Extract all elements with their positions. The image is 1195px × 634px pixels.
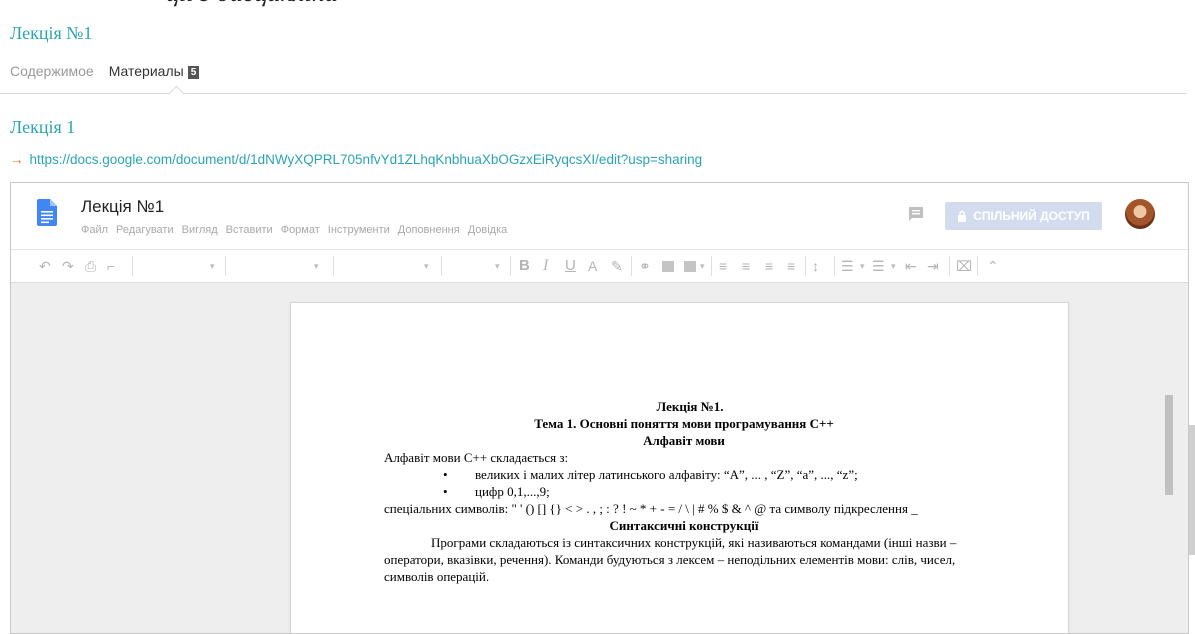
decrease-indent-icon[interactable]: ⇤ [905, 258, 917, 274]
menu-addons[interactable]: Доповнення [398, 224, 460, 236]
course-title: Лекція №1 [10, 23, 93, 43]
toolbar-separator [977, 256, 978, 276]
menu-tools[interactable]: Інструменти [328, 224, 390, 236]
font-dropdown-caret-icon[interactable]: ▾ [424, 261, 429, 272]
share-button-label: СПІЛЬНИЙ ДОСТУП [973, 209, 1090, 223]
doc-list-item: • великих і малих літер латинського алфав… [443, 467, 858, 482]
numbered-list-caret-icon[interactable]: ▾ [860, 261, 865, 272]
clear-formatting-icon[interactable]: ⌧ [956, 258, 972, 274]
doc-scrollbar[interactable] [1165, 395, 1173, 495]
doc-heading-alphabet: Алфавіт мови [643, 433, 725, 448]
share-button[interactable]: СПІЛЬНИЙ ДОСТУП [945, 202, 1102, 230]
page-scrollbar[interactable] [1189, 425, 1195, 555]
align-right-icon[interactable]: ≡ [765, 258, 773, 274]
line-spacing-icon[interactable]: ↕ [812, 258, 819, 274]
menu-file[interactable]: Файл [81, 224, 108, 236]
toolbar-separator [949, 256, 950, 276]
material-title: Лекція 1 [10, 117, 76, 137]
menu-insert[interactable]: Вставити [226, 224, 273, 236]
tab-materials[interactable]: Материалы 5 [109, 63, 200, 79]
align-justify-icon[interactable]: ≡ [787, 258, 795, 274]
text-color-icon[interactable]: A [588, 258, 597, 274]
doc-paragraph: Алфавіт мови С++ складається з: [384, 450, 569, 465]
highlight-color-icon[interactable]: ✎ [611, 258, 623, 274]
image-dropdown-caret-icon[interactable]: ▾ [700, 261, 705, 272]
comment-icon[interactable] [907, 205, 925, 223]
zoom-dropdown-caret-icon[interactable]: ▾ [210, 261, 215, 272]
toolbar-separator [711, 256, 712, 276]
bullet-icon: • [443, 467, 448, 482]
doc-page: Лекція №1. Тема 1. Основні поняття мови … [291, 303, 1068, 633]
menu-format[interactable]: Формат [281, 224, 320, 236]
italic-icon[interactable]: I [543, 258, 548, 274]
doc-heading-lecture: Лекція №1. [656, 399, 724, 414]
font-size-dropdown-caret-icon[interactable]: ▾ [495, 261, 500, 272]
doc-toolbar: ↶ ↷ ⎙ ⌐ ▾ ▾ ▾ ▾ B I U A ✎ ⚭ ▾ ≡ ≡ ≡ ≡ ↕ … [11, 249, 1188, 283]
toolbar-separator [441, 256, 442, 276]
google-docs-logo-icon [37, 199, 57, 226]
menu-help[interactable]: Довідка [468, 224, 508, 236]
increase-indent-icon[interactable]: ⇥ [927, 258, 939, 274]
doc-list-item: • цифр 0,1,...,9; [443, 484, 550, 499]
clipped-top-text: ції з дисципліни [0, 0, 1195, 8]
insert-image-icon[interactable] [684, 258, 696, 274]
doc-paragraph: Програми складаються із синтаксичних кон… [384, 535, 957, 584]
user-avatar[interactable] [1125, 199, 1155, 229]
active-tab-indicator [168, 85, 185, 102]
materials-count-badge: 5 [187, 66, 200, 79]
doc-heading-topic: Тема 1. Основні поняття мови програмуван… [534, 416, 834, 431]
bullet-icon: • [443, 484, 448, 499]
toolbar-separator [333, 256, 334, 276]
underline-icon[interactable]: U [565, 258, 576, 274]
bold-icon[interactable]: B [519, 258, 530, 274]
bulleted-list-caret-icon[interactable]: ▾ [891, 261, 896, 272]
link-icon[interactable]: ⚭ [639, 258, 651, 274]
print-icon[interactable]: ⎙ [85, 258, 96, 274]
doc-heading-syntax: Синтаксичні конструкції [609, 518, 759, 533]
toolbar-separator [631, 256, 632, 276]
paint-format-icon[interactable]: ⌐ [107, 258, 115, 274]
tab-materials-label: Материалы [108, 63, 184, 79]
tabs: Содержимое Материалы 5 [10, 63, 200, 79]
doc-canvas: Лекція №1. Тема 1. Основні поняття мови … [11, 283, 1188, 633]
menu-edit[interactable]: Редагувати [116, 224, 174, 236]
toolbar-separator [834, 256, 835, 276]
doc-header: Лекція №1 Файл Редагувати Вигляд Вставит… [11, 183, 1188, 249]
doc-menu-bar: Файл Редагувати Вигляд Вставити Формат І… [81, 224, 507, 236]
align-left-icon[interactable]: ≡ [719, 258, 727, 274]
material-link-row: → https://docs.google.com/document/d/1dNW… [10, 152, 702, 167]
numbered-list-icon[interactable]: ☰ [841, 258, 854, 274]
google-doc-embed: Лекція №1 Файл Редагувати Вигляд Вставит… [10, 182, 1189, 634]
doc-content: Лекція №1. Тема 1. Основні поняття мови … [384, 398, 984, 585]
tab-contents[interactable]: Содержимое [10, 63, 94, 79]
insert-comment-icon[interactable] [662, 258, 674, 274]
collapse-toolbar-icon[interactable]: ⌃ [987, 258, 999, 274]
undo-icon[interactable]: ↶ [39, 258, 51, 274]
arrow-right-icon: → [10, 152, 24, 167]
toolbar-separator [805, 256, 806, 276]
doc-paragraph: спеціальних символів: " ' () [] {} < > .… [384, 501, 918, 516]
toolbar-separator [132, 256, 133, 276]
align-center-icon[interactable]: ≡ [742, 258, 750, 274]
redo-icon[interactable]: ↷ [62, 258, 74, 274]
style-dropdown-caret-icon[interactable]: ▾ [314, 261, 319, 272]
lock-icon [958, 210, 967, 222]
toolbar-separator [225, 256, 226, 276]
doc-title: Лекція №1 [81, 197, 165, 216]
bulleted-list-icon[interactable]: ☰ [872, 258, 885, 274]
material-link[interactable]: https://docs.google.com/document/d/1dNWy… [30, 152, 703, 167]
toolbar-separator [510, 256, 511, 276]
menu-view[interactable]: Вигляд [182, 224, 218, 236]
